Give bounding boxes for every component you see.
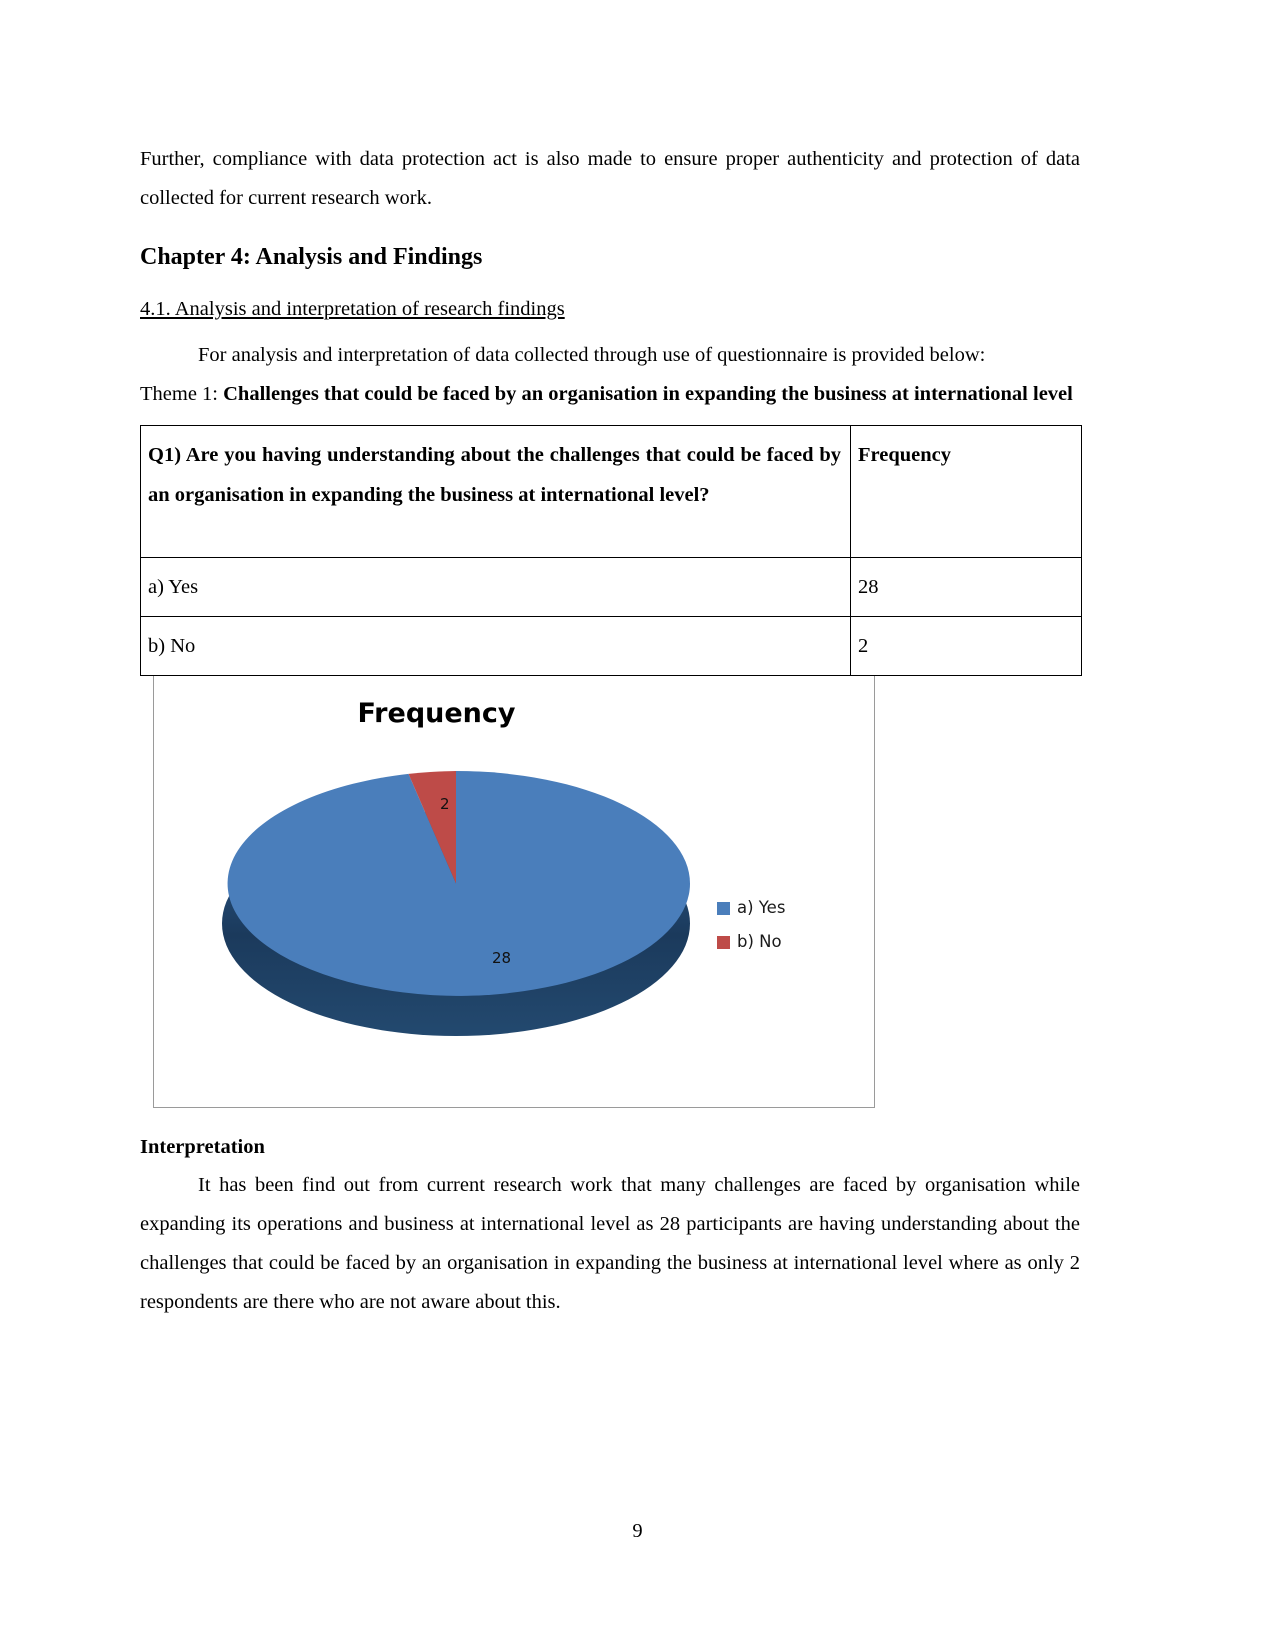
legend-label-yes: a) Yes: [737, 898, 786, 917]
chart-legend: a) Yes b) No: [717, 891, 785, 959]
frequency-cell-no: 2: [850, 616, 1082, 676]
section-heading: 4.1. Analysis and interpretation of rese…: [140, 298, 565, 320]
pie-slices-svg: [227, 771, 690, 996]
theme-line: Theme 1: Challenges that could be faced …: [140, 375, 1080, 414]
frequency-header-cell: Frequency: [850, 425, 1082, 558]
legend-swatch-icon-no: [717, 935, 730, 949]
option-cell-yes: a) Yes: [140, 557, 851, 617]
question-cell: Q1) Are you having understanding about t…: [140, 425, 851, 558]
analysis-paragraph: For analysis and interpretation of data …: [198, 344, 986, 366]
intro-paragraph: Further, compliance with data protection…: [140, 148, 1080, 209]
chart-title: Frequency: [357, 698, 516, 729]
document-page: Further, compliance with data protection…: [0, 0, 1275, 1651]
interpretation-paragraph: It has been find out from current resear…: [140, 1174, 1080, 1313]
theme-prefix: Theme 1:: [140, 383, 224, 405]
legend-item-no: b) No: [717, 925, 785, 959]
theme-title: Challenges that could be faced by an org…: [223, 383, 1073, 405]
table-row: a) Yes 28: [140, 557, 1082, 617]
data-label-yes: 28: [492, 949, 512, 967]
pie-3d-top: [222, 771, 690, 996]
data-label-no: 2: [440, 795, 450, 813]
legend-item-yes: a) Yes: [717, 891, 785, 925]
option-cell-no: b) No: [140, 616, 851, 676]
pie-graphic: 2 28: [222, 771, 692, 1061]
chapter-heading: Chapter 4: Analysis and Findings: [140, 244, 483, 270]
pie-slice-yes: [227, 771, 690, 996]
pie-chart: Frequency 2 28 a) Yes b) No: [153, 676, 875, 1108]
frequency-cell-yes: 28: [850, 557, 1082, 617]
frequency-table: Q1) Are you having understanding about t…: [140, 425, 1082, 676]
legend-swatch-icon-yes: [717, 901, 730, 915]
page-number: 9: [632, 1520, 643, 1542]
legend-label-no: b) No: [737, 932, 782, 951]
table-row: b) No 2: [140, 616, 1082, 676]
table-header-row: Q1) Are you having understanding about t…: [140, 425, 1082, 558]
interpretation-heading: Interpretation: [140, 1136, 265, 1158]
